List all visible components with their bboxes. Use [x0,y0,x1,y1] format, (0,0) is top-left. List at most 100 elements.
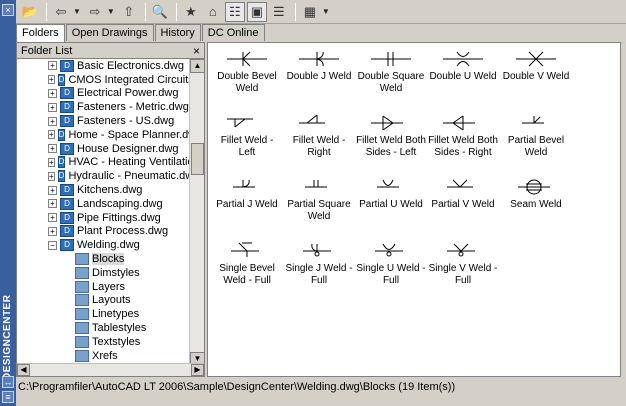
block-double-j[interactable]: Double J Weld [283,49,355,111]
close-icon[interactable]: × [2,4,14,16]
scroll-up-icon[interactable]: ▲ [190,59,205,73]
expand-icon[interactable]: + [48,185,57,195]
tree-item-file[interactable]: + D Electrical Power.dwg [17,87,190,101]
tree-item-label: Hydraulic - Pneumatic.dwg [68,170,190,183]
autohide-icon[interactable]: ↔ [2,376,14,388]
tree-item-xrefs[interactable]: Xrefs [17,349,190,363]
description-icon[interactable]: ☰ [269,2,289,22]
designcenter-title: DESIGNCENTER [2,294,13,380]
tree-item-file[interactable]: + D Basic Electronics.dwg [17,59,190,73]
block-label: Partial J Weld [216,199,278,210]
favorites-icon[interactable]: ★ [181,2,201,22]
expand-icon[interactable]: + [48,75,55,85]
expand-icon[interactable]: + [48,61,57,71]
tree-item-file[interactable]: + D Fasteners - Metric.dwg [17,100,190,114]
expand-icon[interactable]: + [48,130,55,140]
expand-icon[interactable]: + [48,226,57,236]
block-single-j[interactable]: Single J Weld - Full [283,241,355,303]
tree-item-file[interactable]: + D Landscaping.dwg [17,197,190,211]
close-icon[interactable]: × [193,44,200,58]
tab-dc-online[interactable]: DC Online [201,24,265,41]
forward-dropdown-icon[interactable]: ▼ [107,7,115,16]
block-double-square[interactable]: Double Square Weld [355,49,427,111]
properties-icon[interactable]: ≡ [2,391,14,403]
block-label: Double V Weld [502,71,570,82]
tree-item-file[interactable]: + D Home - Space Planner.dwg [17,128,190,142]
double-u-weld-icon [443,51,483,67]
views-icon[interactable]: ▦ [300,2,320,22]
block-seam[interactable]: Seam Weld [500,177,572,239]
block-partial-u[interactable]: Partial U Weld [355,177,427,239]
block-double-bevel[interactable]: Double Bevel Weld [211,49,283,111]
block-fillet-both-right[interactable]: Fillet Weld Both Sides - Right [427,113,499,175]
scroll-left-icon[interactable]: ◀ [17,364,30,376]
vertical-scrollbar[interactable]: ▲ ▼ [189,59,205,366]
tree-item-dimstyles[interactable]: Dimstyles [17,266,190,280]
preview-icon[interactable]: ▣ [246,1,267,22]
block-partial-square[interactable]: Partial Square Weld [283,177,355,239]
block-double-v[interactable]: Double V Weld [500,49,572,111]
partial-j-weld-icon [233,179,255,188]
scroll-thumb[interactable] [191,143,204,175]
expand-icon[interactable]: + [48,144,57,154]
tree-item-label: Tablestyles [92,322,147,335]
tree-item-file[interactable]: +DHVAC - Heating Ventilation A [17,156,190,170]
tree-item-label: Pipe Fittings.dwg [77,211,161,224]
tree-item-layouts[interactable]: Layouts [17,294,190,308]
home-icon[interactable]: ⌂ [203,2,223,22]
tree-item-blocks[interactable]: Blocks [17,252,190,266]
search-icon[interactable]: 🔍 [150,2,170,22]
tree-item-layers[interactable]: Layers [17,280,190,294]
expand-icon[interactable]: + [48,199,57,209]
tree-item-label: House Designer.dwg [77,142,179,155]
block-partial-j[interactable]: Partial J Weld [211,177,283,239]
block-single-bevel[interactable]: Single Bevel Weld - Full [211,241,283,303]
block-fillet-both-left[interactable]: Fillet Weld Both Sides - Left [355,113,427,175]
block-label: Single J Weld - Full [285,263,353,286]
xrefs-icon [75,349,89,362]
expand-icon[interactable]: + [48,157,55,167]
drawing-file-icon: D [60,239,74,252]
tree-item-tablestyles[interactable]: Tablestyles [17,321,190,335]
block-double-u[interactable]: Double U Weld [427,49,499,111]
tab-open-drawings[interactable]: Open Drawings [65,24,154,41]
tree-item-file[interactable]: + D House Designer.dwg [17,142,190,156]
block-single-v[interactable]: Single V Weld - Full [427,241,499,303]
tree-item-textstyles[interactable]: Textstyles [17,335,190,349]
tree-item-file[interactable]: − D Welding.dwg [17,238,190,252]
tablestyles-icon [75,322,89,335]
expand-icon[interactable]: + [48,116,57,126]
tab-history[interactable]: History [154,24,201,41]
expand-icon[interactable]: + [48,171,55,181]
block-partial-bevel[interactable]: Partial Bevel Weld [500,113,572,175]
toolbar-separator [144,2,146,21]
tree-item-file[interactable]: + D Pipe Fittings.dwg [17,211,190,225]
expand-icon[interactable]: + [48,102,57,112]
tree-item-file[interactable]: + D Kitchens.dwg [17,183,190,197]
forward-icon[interactable]: ⇨ [85,2,105,22]
scroll-right-icon[interactable]: ▶ [191,364,204,376]
expand-icon[interactable]: + [48,88,57,98]
expand-icon[interactable]: + [48,213,57,223]
block-single-u[interactable]: Single U Weld - Full [355,241,427,303]
block-label: Fillet Weld Both Sides - Left [356,135,426,158]
block-partial-v[interactable]: Partial V Weld [427,177,499,239]
back-dropdown-icon[interactable]: ▼ [73,7,81,16]
load-icon[interactable]: 📂 [20,2,40,22]
tab-folders[interactable]: Folders [16,24,65,42]
views-dropdown-icon[interactable]: ▼ [322,7,330,16]
tree-item-file[interactable]: +DCMOS Integrated Circuits.dwg [17,73,190,87]
tree-item-file[interactable]: + D Hydraulic - Pneumatic.dwg [17,169,190,183]
tree-item-label: HVAC - Heating Ventilation A [68,156,190,169]
tree-item-linetypes[interactable]: Linetypes [17,307,190,321]
block-fillet-right[interactable]: Fillet Weld - Right [283,113,355,175]
tree-item-file[interactable]: + D Fasteners - US.dwg [17,114,190,128]
back-icon[interactable]: ⇦ [51,2,71,22]
drawing-file-icon: D [60,142,74,155]
collapse-icon[interactable]: − [48,240,57,250]
up-icon[interactable]: ⇧ [119,2,139,22]
tree-item-file[interactable]: + D Plant Process.dwg [17,225,190,239]
horizontal-scrollbar[interactable]: ◀ ▶ [17,363,204,376]
block-fillet-left[interactable]: Fillet Weld - Left [211,113,283,175]
tree-toggle-icon[interactable]: ☷ [224,1,245,22]
